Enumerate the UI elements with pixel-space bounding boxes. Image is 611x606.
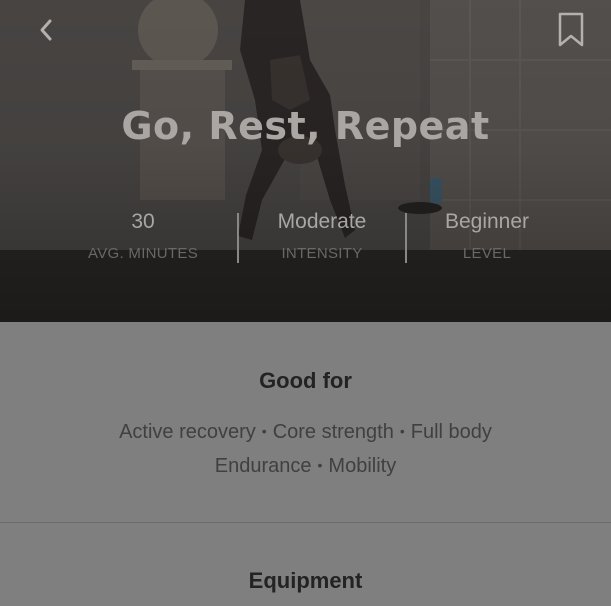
hero-header: Go, Rest, Repeat 30 AVG. MINUTES Moderat… bbox=[0, 0, 611, 322]
stat-divider bbox=[237, 213, 239, 263]
bullet-separator: • bbox=[261, 423, 267, 439]
good-for-tags-line-1: Active recovery • Core strength • Full body bbox=[0, 419, 611, 446]
bookmark-button[interactable] bbox=[553, 10, 589, 50]
stat-intensity: Moderate INTENSITY bbox=[237, 208, 407, 264]
equipment-heading: Equipment bbox=[248, 568, 363, 593]
stat-value: Beginner bbox=[444, 210, 530, 233]
good-for-heading: Good for bbox=[259, 368, 352, 393]
tag: Endurance bbox=[214, 455, 312, 477]
back-button[interactable] bbox=[30, 14, 62, 46]
stat-divider bbox=[405, 213, 407, 263]
workout-title: Go, Rest, Repeat bbox=[121, 104, 490, 148]
tag: Core strength bbox=[272, 421, 394, 443]
workout-stats: 30 AVG. MINUTES Moderate INTENSITY Begin… bbox=[0, 208, 611, 272]
stat-value: Moderate bbox=[277, 210, 367, 233]
stat-level: Beginner LEVEL bbox=[402, 208, 572, 264]
workout-detail-screen: Go, Rest, Repeat 30 AVG. MINUTES Moderat… bbox=[0, 0, 611, 606]
workout-details: Good for Active recovery • Core strength • F… bbox=[0, 322, 611, 606]
good-for-tags-line-2: Endurance • Mobility bbox=[0, 453, 611, 480]
tag: Active recovery bbox=[119, 421, 256, 443]
stat-label: LEVEL bbox=[462, 245, 512, 262]
stat-label: INTENSITY bbox=[281, 245, 363, 262]
chevron-left-icon bbox=[40, 19, 52, 41]
stat-value: 30 bbox=[131, 210, 155, 233]
bullet-separator: • bbox=[317, 457, 323, 473]
bookmark-icon bbox=[558, 12, 584, 47]
hero-overlay bbox=[0, 0, 611, 322]
bullet-separator: • bbox=[399, 423, 405, 439]
tag: Mobility bbox=[328, 455, 397, 477]
tag: Full body bbox=[410, 421, 492, 443]
stat-duration: 30 AVG. MINUTES bbox=[58, 208, 228, 264]
stat-label: AVG. MINUTES bbox=[88, 245, 198, 262]
section-divider bbox=[0, 522, 611, 523]
